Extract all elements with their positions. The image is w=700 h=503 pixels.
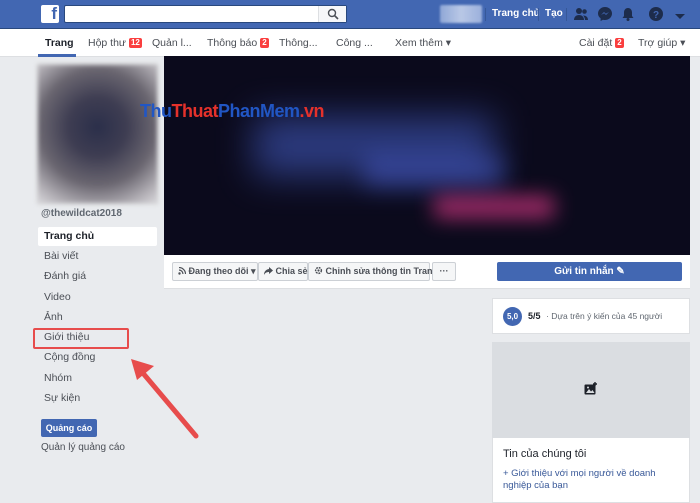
share-button[interactable]: Chia sẻ (258, 262, 308, 281)
tab-notifications[interactable]: Thông báo 2 (207, 37, 269, 49)
cover-glow (364, 156, 504, 186)
tab-more[interactable]: Xem thêm ▾ (395, 37, 451, 49)
watermark-logo: ThuThuatPhanMem.vn (140, 101, 325, 121)
divider (566, 8, 567, 21)
tab-page[interactable]: Trang (45, 37, 74, 49)
messenger-icon[interactable] (597, 6, 613, 22)
edit-page-info-button[interactable]: Chỉnh sửa thông tin Trang (308, 262, 438, 281)
divider (538, 8, 539, 21)
tab-settings[interactable]: Cài đặt 2 (579, 37, 624, 49)
settings-badge: 2 (615, 38, 624, 48)
page-action-bar: Đang theo dõi ▾ Chia sẻ Chỉnh sửa thông … (164, 255, 690, 289)
manage-ads-link[interactable]: Quản lý quảng cáo (41, 442, 125, 453)
our-story-title: Tin của chúng tôi (503, 448, 587, 460)
rating-card: 5,0 5/5 · Dựa trên ý kiến của 45 người (492, 298, 690, 334)
top-bar: f Trang chủ Tạo ? (0, 0, 700, 29)
following-button[interactable]: Đang theo dõi ▾ (172, 262, 258, 281)
tab-publishing-tools[interactable]: Công ... (336, 37, 373, 49)
tab-inbox[interactable]: Hộp thư 12 (88, 37, 142, 49)
sidebar-item-events[interactable]: Sự kiện (38, 389, 157, 408)
account-dropdown-icon[interactable] (672, 9, 688, 25)
add-photo-icon (584, 382, 597, 395)
sidebar-item-posts[interactable]: Bài viết (38, 247, 157, 266)
rating-summary[interactable]: · Dựa trên ý kiến của 45 người (546, 311, 662, 321)
sidebar-item-photos[interactable]: Ảnh (38, 308, 157, 327)
divider (485, 8, 486, 21)
sidebar-item-videos[interactable]: Video (38, 288, 157, 307)
notifications-bell-icon[interactable] (620, 6, 636, 22)
svg-text:?: ? (653, 10, 659, 21)
active-tab-indicator (38, 54, 76, 57)
sidebar-item-community[interactable]: Cộng đồng (38, 348, 157, 367)
search-icon (327, 8, 339, 20)
cover-photo[interactable] (164, 56, 690, 255)
our-story-link[interactable]: + Giới thiệu với mọi người về doanh nghi… (503, 468, 683, 492)
notifications-badge: 2 (260, 38, 269, 48)
inbox-badge: 12 (128, 38, 142, 48)
search-input[interactable] (64, 5, 347, 23)
sidebar-item-reviews[interactable]: Đánh giá (38, 267, 157, 286)
rating-score: 5/5 (528, 311, 541, 321)
add-photo-area[interactable] (492, 342, 690, 438)
more-options-button[interactable]: ··· (432, 262, 456, 281)
create-link[interactable]: Tạo (545, 8, 563, 19)
rss-icon (178, 266, 187, 275)
sidebar-item-groups[interactable]: Nhóm (38, 369, 157, 388)
page-profile-picture[interactable] (37, 64, 158, 204)
gear-icon (314, 266, 323, 275)
tab-help[interactable]: Trợ giúp ▾ (638, 37, 685, 49)
our-story-card: Tin của chúng tôi + Giới thiệu với mọi n… (492, 438, 690, 503)
rating-badge: 5,0 (503, 307, 522, 326)
sidebar-item-home[interactable]: Trang chủ (38, 227, 157, 246)
user-avatar[interactable] (440, 5, 482, 23)
search-button[interactable] (318, 6, 346, 22)
share-icon (264, 267, 273, 275)
help-icon[interactable]: ? (648, 6, 664, 22)
tab-manage[interactable]: Quản l... (152, 37, 192, 49)
home-link[interactable]: Trang chủ (492, 8, 540, 19)
friend-requests-icon[interactable] (573, 6, 589, 22)
tab-insights[interactable]: Thông... (279, 37, 318, 49)
promote-button[interactable]: Quảng cáo (41, 419, 97, 437)
send-message-button[interactable]: Gửi tin nhắn ✎ (497, 262, 682, 281)
facebook-logo-icon[interactable]: f (41, 4, 59, 23)
about-highlight-box (33, 328, 129, 349)
cover-glow (434, 196, 554, 218)
page-username[interactable]: @thewildcat2018 (41, 208, 122, 219)
page-nav-bar: Trang Hộp thư 12 Quản l... Thông báo 2 Thô… (0, 29, 700, 57)
